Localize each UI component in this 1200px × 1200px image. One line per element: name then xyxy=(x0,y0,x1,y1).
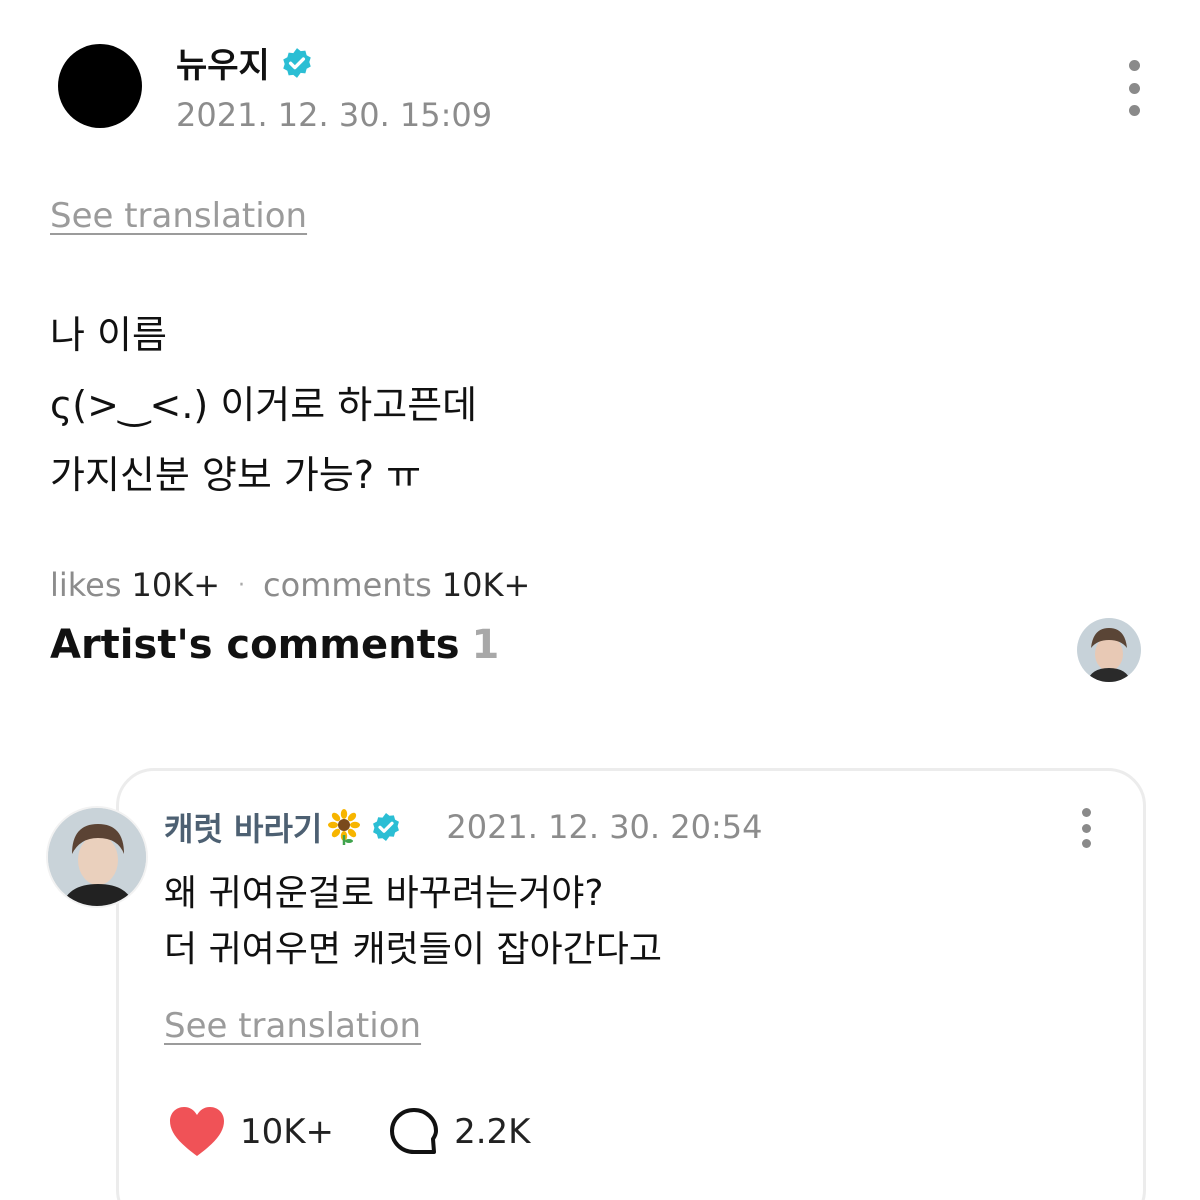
likes-label: likes xyxy=(50,566,122,604)
author-row: 뉴우지 xyxy=(176,38,314,87)
artist-portrait-icon xyxy=(48,808,146,906)
author-name[interactable]: 뉴우지 xyxy=(176,38,270,87)
post-line: 가지신분 양보 가능? ㅠ xyxy=(50,453,422,497)
more-options-icon[interactable] xyxy=(1120,60,1148,116)
heart-icon xyxy=(170,1107,224,1156)
sunflower-emoji-icon xyxy=(328,809,361,845)
verified-badge-icon xyxy=(283,47,311,78)
reply-count: 2.2K xyxy=(454,1112,531,1152)
comment-author-row: 캐럿 바라기 2021. 12. 30. 20:54 xyxy=(164,804,762,850)
artist-portrait-icon xyxy=(1077,618,1141,682)
post-stats: likes 10K+ · comments 10K+ xyxy=(50,566,530,604)
like-count: 10K+ xyxy=(240,1112,335,1152)
post-body: 나 이름 ς(>‿<.) 이거로 하고픈데 가지신분 양보 가능? ㅠ xyxy=(50,300,477,510)
artist-comments-count: 1 xyxy=(471,622,500,668)
speech-bubble-icon xyxy=(390,1108,439,1154)
comment-author-name[interactable]: 캐럿 바라기 xyxy=(164,804,322,850)
comments-count[interactable]: 10K+ xyxy=(442,566,531,604)
comments-label: comments xyxy=(263,566,432,604)
comment-author-avatar[interactable] xyxy=(46,806,148,908)
see-translation-link[interactable]: See translation xyxy=(50,196,307,236)
artist-comments-header: Artist's comments 1 xyxy=(50,622,499,668)
post-date: 2021. 12. 30. 15:09 xyxy=(176,96,493,134)
comment-actions: 10K+ 2.2K xyxy=(168,1106,530,1158)
post-line: ς(>‿<.) 이거로 하고픈데 xyxy=(50,383,478,427)
like-button[interactable]: 10K+ xyxy=(168,1106,334,1158)
author-avatar[interactable] xyxy=(58,44,142,128)
post-line: 나 이름 xyxy=(50,313,167,357)
post-page: 뉴우지 2021. 12. 30. 15:09 See translation … xyxy=(0,0,1200,1200)
artist-avatar-thumbnail[interactable] xyxy=(1077,618,1141,682)
comment-see-translation-link[interactable]: See translation xyxy=(164,1006,421,1046)
reply-button[interactable]: 2.2K xyxy=(388,1106,530,1158)
comment-line: 더 귀여우면 캐럿들이 잡아간다고 xyxy=(164,929,663,970)
artist-comments-title: Artist's comments xyxy=(50,622,460,668)
stats-separator: · xyxy=(238,572,246,598)
likes-count[interactable]: 10K+ xyxy=(132,566,221,604)
comment-line: 왜 귀여운걸로 바꾸려는거야? xyxy=(164,873,604,914)
comment-date: 2021. 12. 30. 20:54 xyxy=(446,808,763,846)
comment-body: 왜 귀여운걸로 바꾸려는거야? 더 귀여우면 캐럿들이 잡아간다고 xyxy=(164,866,662,978)
comment-more-options-icon[interactable] xyxy=(1074,808,1098,848)
verified-badge-icon xyxy=(373,813,400,841)
